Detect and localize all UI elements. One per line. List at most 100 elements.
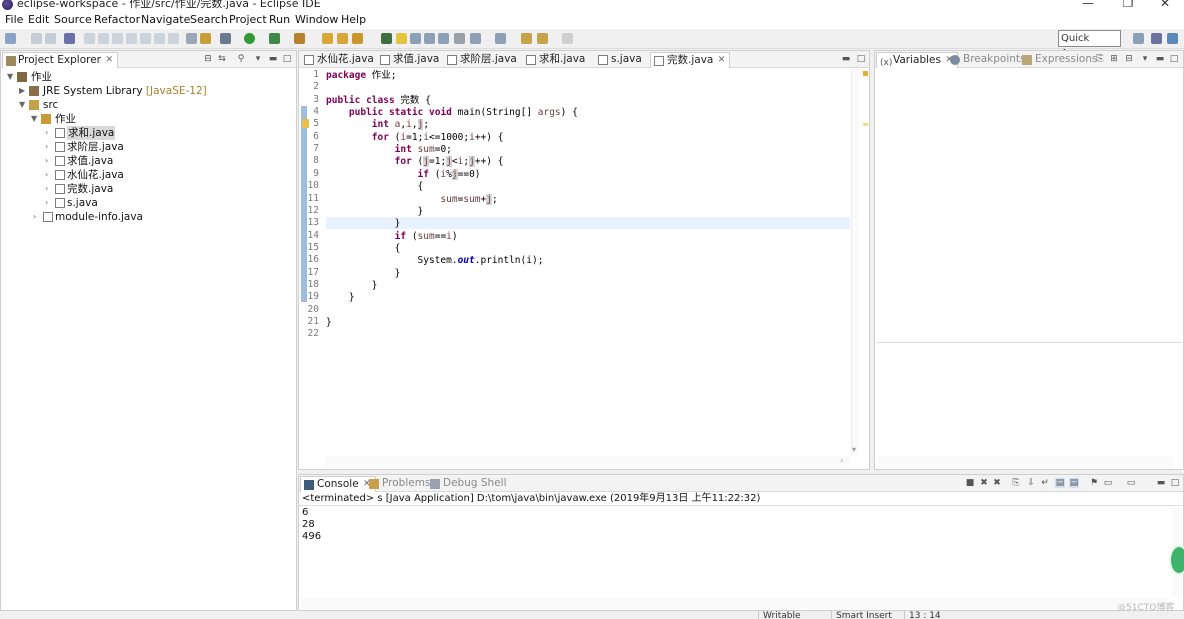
search-icon[interactable]: [396, 33, 407, 44]
code-line[interactable]: if (i%j==0): [326, 168, 481, 181]
code-line[interactable]: }: [326, 268, 401, 280]
last-edit-location-icon[interactable]: [521, 33, 532, 44]
tree-item-jre[interactable]: ▶ JRE System Library [JavaSE-12]: [1, 84, 291, 98]
menu-help[interactable]: Help: [341, 13, 366, 27]
open-perspective-icon[interactable]: [1133, 33, 1144, 44]
save-icon[interactable]: [31, 33, 42, 44]
menu-run[interactable]: Run: [269, 13, 290, 27]
scroll-down-icon[interactable]: ▾: [852, 445, 856, 454]
menu-source[interactable]: Source: [54, 13, 92, 27]
display-selected-console-icon[interactable]: ▭: [1103, 478, 1113, 488]
minimize-view-icon[interactable]: ▬: [1155, 54, 1165, 64]
java-perspective-icon[interactable]: [1167, 33, 1178, 44]
remove-launch-icon[interactable]: ✖: [979, 478, 989, 488]
tree-item-module-info[interactable]: › module-info.java: [1, 210, 291, 224]
close-icon[interactable]: ✕: [718, 53, 726, 68]
chevron-right-icon[interactable]: ›: [45, 168, 48, 182]
open-console-icon[interactable]: ▭: [1126, 478, 1136, 488]
code-line[interactable]: sum=sum+j;: [326, 193, 498, 206]
code-line[interactable]: for (j=1;j<i;j++) {: [326, 156, 503, 168]
new-class-icon[interactable]: [352, 33, 363, 44]
code-line[interactable]: {: [326, 181, 424, 193]
menu-project[interactable]: Project: [229, 13, 267, 27]
suspend-icon[interactable]: [98, 33, 109, 44]
maximize-view-icon[interactable]: □: [1170, 478, 1180, 488]
horizontal-scrollbar[interactable]: [325, 456, 849, 468]
code-line[interactable]: System.out.println(i);: [326, 255, 544, 267]
skip-breakpoints-icon[interactable]: [64, 33, 75, 44]
quick-access-field[interactable]: Quick Access: [1058, 30, 1121, 59]
chevron-right-icon[interactable]: ›: [45, 140, 48, 154]
tree-item-package[interactable]: ▼ 作业: [1, 112, 291, 126]
drop-to-frame-icon[interactable]: [186, 33, 197, 44]
minimize-view-icon[interactable]: ▬: [841, 54, 851, 64]
code-line[interactable]: public static void main(String[] args) {: [326, 107, 578, 119]
clear-console-icon[interactable]: ⎘: [1011, 478, 1021, 488]
tab-project-explorer[interactable]: Project Explorer ✕: [2, 52, 118, 68]
tree-item-file[interactable]: › 完数.java: [1, 182, 291, 196]
restore-button[interactable]: ❐: [1118, 0, 1138, 10]
chevron-right-icon[interactable]: ›: [45, 196, 48, 210]
editor-tab[interactable]: s.java: [595, 52, 658, 68]
menu-window[interactable]: Window: [295, 13, 338, 27]
collapse-all-icon[interactable]: ⊟: [203, 54, 213, 64]
step-return-icon[interactable]: [168, 33, 179, 44]
save-all-icon[interactable]: [45, 33, 56, 44]
pin-console-icon[interactable]: ⚑: [1089, 478, 1099, 488]
editor-tab[interactable]: 求和.java: [523, 52, 601, 68]
debug-perspective-icon[interactable]: [1151, 33, 1162, 44]
previous-annotation-icon[interactable]: [495, 33, 506, 44]
minimize-view-icon[interactable]: ▬: [268, 54, 278, 64]
view-menu-icon[interactable]: ▾: [1140, 54, 1150, 64]
use-step-filters-icon[interactable]: [200, 33, 211, 44]
chevron-right-icon[interactable]: ›: [45, 154, 48, 168]
run-icon[interactable]: [244, 33, 255, 44]
coverage-icon[interactable]: [269, 33, 280, 44]
code-line[interactable]: }: [326, 280, 378, 292]
chevron-right-icon[interactable]: ›: [33, 210, 36, 224]
chevron-right-icon[interactable]: ›: [45, 182, 48, 196]
horizontal-scrollbar[interactable]: [300, 598, 1168, 609]
next-annotation-icon[interactable]: [470, 33, 481, 44]
code-line[interactable]: }: [326, 218, 401, 230]
menu-refactor[interactable]: Refactor: [94, 13, 140, 27]
tab-variables[interactable]: (x) Variables ✕: [876, 52, 958, 68]
tree-item-src[interactable]: ▼ src: [1, 98, 291, 112]
link-with-editor-icon[interactable]: ⇆: [217, 54, 227, 64]
maximize-view-icon[interactable]: □: [1169, 54, 1179, 64]
code-line[interactable]: int a,i,j;: [326, 119, 429, 131]
horizontal-scrollbar[interactable]: [878, 456, 1174, 468]
open-type-icon[interactable]: [381, 33, 392, 44]
close-window-button[interactable]: ✕: [1155, 0, 1175, 10]
chevron-down-icon[interactable]: ▼: [31, 112, 37, 126]
show-logical-structure-icon[interactable]: ⊞: [1109, 54, 1119, 64]
external-tools-icon[interactable]: [294, 33, 305, 44]
code-line[interactable]: }: [326, 206, 424, 218]
chevron-down-icon[interactable]: ▼: [19, 98, 25, 112]
tree-item-file[interactable]: › 求值.java: [1, 154, 291, 168]
code-line[interactable]: public class 完数 {: [326, 95, 431, 107]
forward-icon[interactable]: [562, 33, 573, 44]
code-line[interactable]: {: [326, 243, 401, 255]
code-line[interactable]: }: [326, 317, 332, 329]
chevron-down-icon[interactable]: ▼: [7, 70, 13, 84]
word-wrap-icon[interactable]: ↵: [1040, 478, 1050, 488]
floating-assistant-icon[interactable]: [1169, 545, 1184, 575]
editor-tab[interactable]: 求阶层.java: [444, 52, 533, 68]
scroll-lock-icon[interactable]: ⇩: [1026, 478, 1036, 488]
step-into-icon[interactable]: [140, 33, 151, 44]
toggle-block-selection-icon[interactable]: [424, 33, 435, 44]
maximize-view-icon[interactable]: □: [282, 54, 292, 64]
show-on-stderr-icon[interactable]: ▤: [1069, 478, 1079, 488]
code-line[interactable]: package 作业;: [326, 70, 397, 82]
minimize-view-icon[interactable]: ▬: [1156, 478, 1166, 488]
show-on-stdout-icon[interactable]: ▤: [1055, 478, 1065, 488]
tree-item-file[interactable]: › 水仙花.java: [1, 168, 291, 182]
details-pane-divider[interactable]: [876, 342, 1182, 343]
code-line[interactable]: }: [326, 292, 355, 304]
step-over-icon[interactable]: [154, 33, 165, 44]
disconnect-icon[interactable]: [126, 33, 137, 44]
chevron-right-icon[interactable]: ▶: [19, 84, 25, 98]
show-type-names-icon[interactable]: ⎘: [1095, 54, 1105, 64]
minimize-button[interactable]: —: [1078, 0, 1098, 10]
